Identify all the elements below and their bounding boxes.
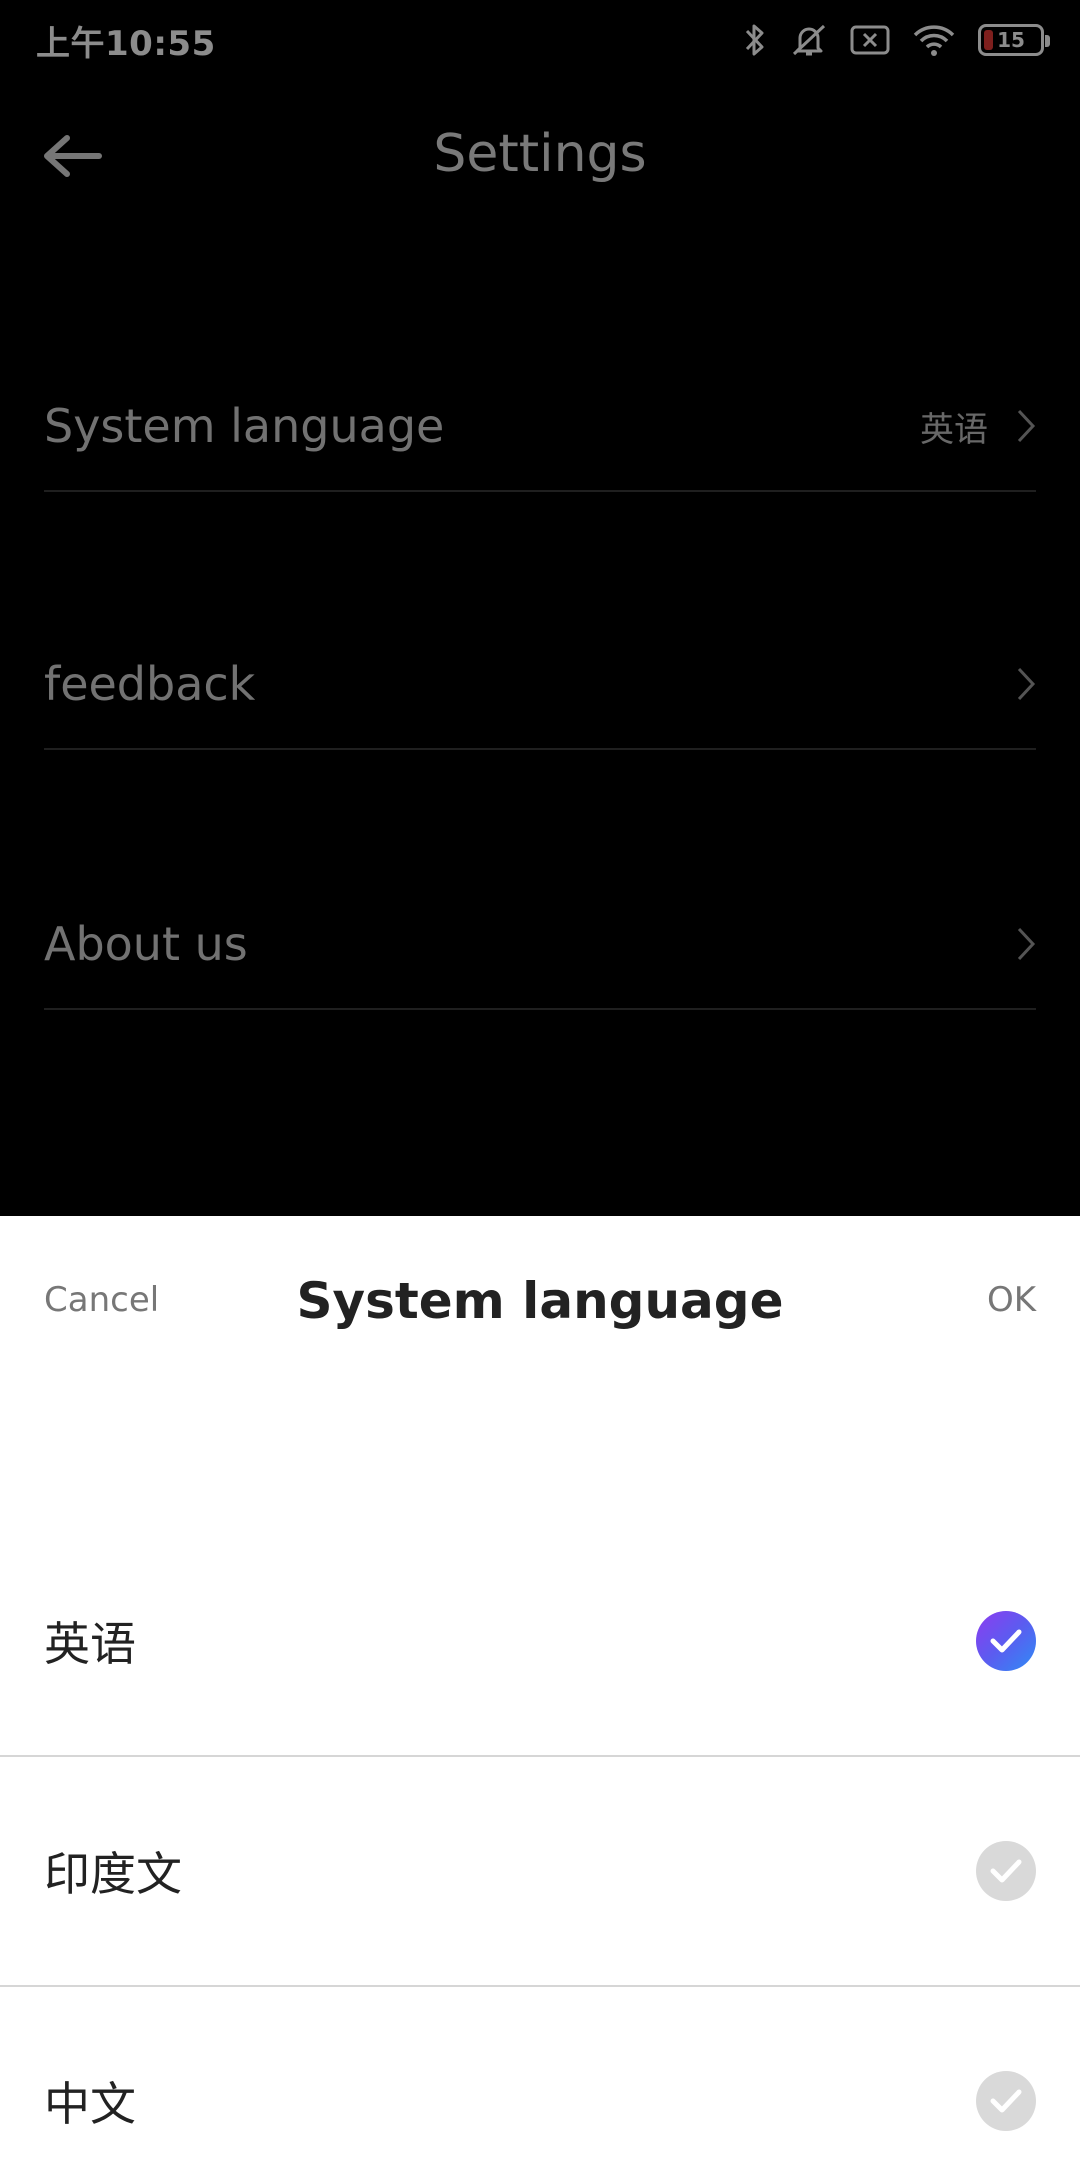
language-option-chinese[interactable]: 中文 <box>0 1987 1080 2160</box>
sheet-header: Cancel System language OK <box>0 1216 1080 1396</box>
language-option-label: 中文 <box>44 2077 136 2131</box>
language-option-label: 英语 <box>44 1617 136 1671</box>
checkmark-selected-icon[interactable] <box>976 1611 1036 1671</box>
ok-button[interactable]: OK <box>987 1280 1036 1320</box>
sheet-title: System language <box>296 1272 784 1330</box>
language-option-english[interactable]: 英语 <box>0 1527 1080 1757</box>
language-option-label: 印度文 <box>44 1847 182 1901</box>
language-picker-sheet: Cancel System language OK 英语 印度文 中文 <box>0 1216 1080 2160</box>
modal-backdrop[interactable] <box>0 0 1080 1216</box>
checkmark-unselected-icon[interactable] <box>976 1841 1036 1901</box>
checkmark-unselected-icon[interactable] <box>976 2071 1036 2131</box>
language-option-hindi[interactable]: 印度文 <box>0 1757 1080 1987</box>
